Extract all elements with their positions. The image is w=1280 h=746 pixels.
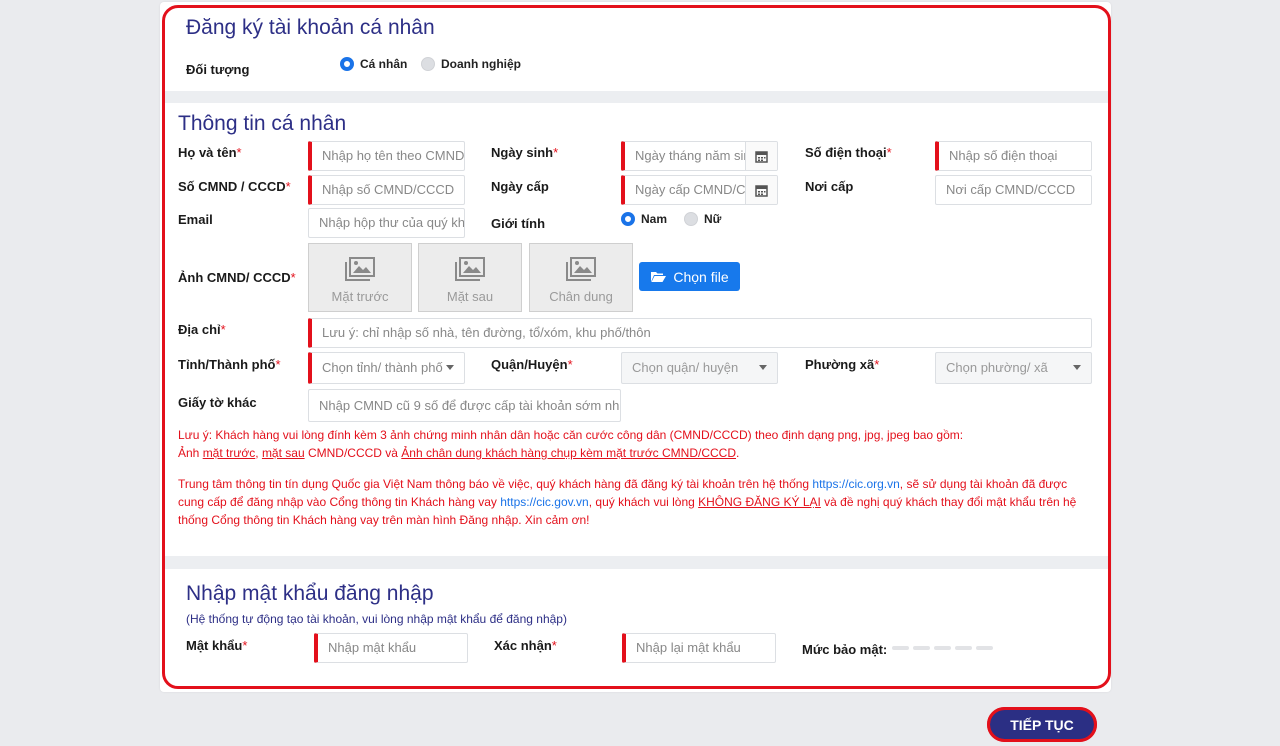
district-placeholder: Chọn quận/ huyện (632, 360, 739, 375)
image-icon (566, 257, 596, 281)
attachment-note: Lưu ý: Khách hàng vui lòng đính kèm 3 ản… (178, 426, 963, 462)
chevron-down-icon (1073, 365, 1081, 370)
section-divider (165, 91, 1108, 103)
issue-place-label: Nơi cấp (805, 179, 854, 194)
photo-back-caption: Mặt sau (446, 289, 494, 304)
district-select[interactable]: Chọn quận/ huyện (621, 352, 778, 384)
birthdate-label: Ngày sinh* (491, 145, 559, 160)
photo-front-slot[interactable]: Mặt trước (308, 243, 412, 312)
issue-place-input[interactable]: Nơi cấp CMND/CCCD (935, 175, 1092, 205)
id-number-label: Số CMND / CCCD* (178, 179, 291, 194)
image-icon (345, 257, 375, 281)
cic-notice-line3: thống Cổng thông tin Khách hàng vay trên… (178, 513, 590, 527)
confirm-password-label: Xác nhận* (494, 638, 557, 653)
email-input[interactable]: Nhập hộp thư của quý khách (308, 208, 465, 238)
radio-male[interactable]: Nam (621, 210, 667, 228)
other-docs-label: Giấy tờ khác (178, 395, 257, 410)
other-docs-input[interactable]: Nhập CMND cũ 9 số để được cấp tài khoản … (308, 389, 621, 422)
issue-date-input[interactable]: Ngày cấp CMND/CCCD (621, 175, 778, 205)
cic-gov-link[interactable]: https://cic.gov.vn (500, 495, 588, 509)
photo-back-slot[interactable]: Mặt sau (418, 243, 522, 312)
phone-label: Số điện thoại* (805, 145, 892, 160)
ward-select[interactable]: Chọn phường/ xã (935, 352, 1092, 384)
province-select[interactable]: Chọn tỉnh/ thành phố (308, 352, 465, 384)
strength-bar (934, 646, 951, 650)
password-input[interactable]: Nhập mật khẩu (314, 633, 468, 663)
section-title-password: Nhập mật khẩu đăng nhập (186, 582, 434, 605)
district-label: Quận/Huyện* (491, 357, 573, 372)
ward-placeholder: Chọn phường/ xã (946, 360, 1048, 375)
photo-front-caption: Mặt trước (331, 289, 389, 304)
radio-selected-icon[interactable] (340, 56, 354, 71)
radio-individual[interactable]: Cá nhân (340, 55, 407, 73)
ward-label: Phường xã* (805, 357, 880, 372)
choose-file-label: Chọn file (673, 268, 729, 285)
cic-org-link[interactable]: https://cic.org.vn (812, 477, 899, 491)
radio-female-label: Nữ (704, 211, 722, 226)
chevron-down-icon (446, 365, 454, 370)
strength-bar (955, 646, 972, 650)
birthdate-input[interactable]: Ngày tháng năm sinh (621, 141, 778, 171)
fullname-label: Họ và tên* (178, 145, 242, 160)
strength-bar (976, 646, 993, 650)
issue-date-label: Ngày cấp (491, 179, 549, 194)
radio-unselected-icon[interactable] (684, 211, 698, 226)
strength-meter (892, 644, 997, 650)
radio-male-label: Nam (641, 211, 668, 226)
password-subtitle: (Hệ thống tự động tạo tài khoản, vui lòn… (186, 612, 567, 626)
radio-selected-icon[interactable] (621, 211, 635, 226)
section-divider (165, 556, 1108, 569)
cic-notice-line2: cung cấp để đăng nhập vào Cổng thông tin… (178, 495, 1077, 509)
confirm-password-input[interactable]: Nhập lại mật khẩu (622, 633, 776, 663)
password-label: Mật khẩu* (186, 638, 248, 653)
province-placeholder: Chọn tỉnh/ thành phố (322, 360, 443, 375)
address-input[interactable]: Lưu ý: chỉ nhập số nhà, tên đường, tổ/xó… (308, 318, 1092, 348)
radio-unselected-icon[interactable] (421, 56, 435, 71)
choose-file-button[interactable]: Chọn file (639, 262, 740, 291)
subject-label: Đối tượng (186, 62, 250, 77)
address-label: Địa chỉ* (178, 322, 226, 337)
chevron-down-icon (759, 365, 767, 370)
radio-business-label: Doanh nghiệp (441, 56, 521, 71)
gender-label: Giới tính (491, 216, 546, 231)
strength-bar (892, 646, 909, 650)
photo-portrait-caption: Chân dung (549, 289, 613, 304)
radio-female[interactable]: Nữ (684, 210, 721, 228)
id-number-input[interactable]: Nhập số CMND/CCCD (308, 175, 465, 205)
attachment-note-line1: Lưu ý: Khách hàng vui lòng đính kèm 3 ản… (178, 428, 964, 442)
page-title: Đăng ký tài khoản cá nhân (186, 16, 435, 39)
photo-portrait-slot[interactable]: Chân dung (529, 243, 633, 312)
attachment-note-line2: Ảnh mặt trước, mặt sau CMND/CCCD và Ảnh … (178, 446, 740, 460)
birthdate-placeholder: Ngày tháng năm sinh (635, 148, 758, 163)
folder-open-icon (651, 272, 667, 282)
cic-notice-line1: Trung tâm thông tin tín dụng Quốc gia Vi… (178, 477, 1068, 491)
cic-notice: Trung tâm thông tin tín dụng Quốc gia Vi… (178, 475, 1076, 529)
id-photo-label: Ảnh CMND/ CCCD* (178, 270, 296, 285)
phone-input[interactable]: Nhập số điện thoại (935, 141, 1092, 171)
radio-business[interactable]: Doanh nghiệp (421, 55, 521, 73)
radio-individual-label: Cá nhân (360, 56, 408, 71)
calendar-icon[interactable] (745, 142, 777, 170)
province-label: Tỉnh/Thành phố* (178, 357, 281, 372)
section-title-personal: Thông tin cá nhân (178, 112, 347, 135)
email-label: Email (178, 212, 213, 227)
strength-label: Mức bảo mật: (802, 642, 888, 657)
strength-bar (913, 646, 930, 650)
continue-button[interactable]: TIẾP TỤC (987, 707, 1097, 742)
image-icon (455, 257, 485, 281)
calendar-icon[interactable] (745, 176, 777, 204)
fullname-input[interactable]: Nhập họ tên theo CMND (308, 141, 465, 171)
